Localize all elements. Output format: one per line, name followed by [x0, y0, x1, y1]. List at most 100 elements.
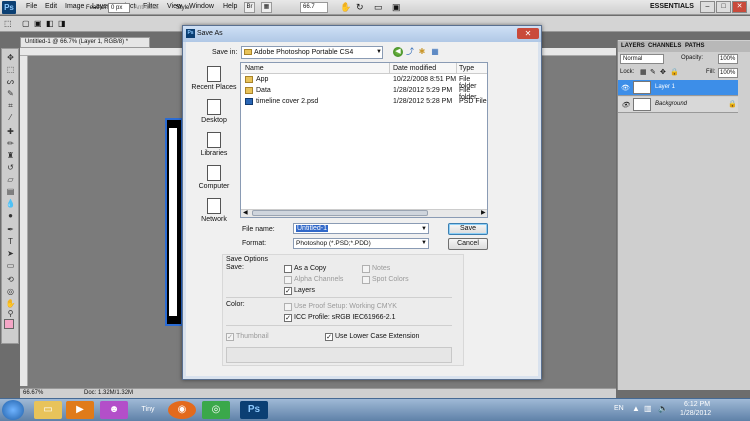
new-selection-icon[interactable]: ▢: [22, 19, 30, 28]
clock-time[interactable]: 6:12 PM: [684, 401, 710, 408]
explorer-icon[interactable]: ▭: [34, 401, 62, 419]
icc-profile-checkbox[interactable]: ✓: [284, 314, 292, 322]
maximize-icon[interactable]: □: [716, 1, 731, 13]
firefox-icon[interactable]: ◉: [168, 401, 196, 419]
path-select-tool-icon[interactable]: ➤: [5, 249, 16, 258]
lock-transparent-icon[interactable]: ▦: [640, 68, 647, 76]
document-tab[interactable]: Untitled-1 @ 66.7% (Layer 1, RGB/8) *: [20, 37, 150, 48]
layers-checkbox[interactable]: ✓: [284, 287, 292, 295]
clock-date[interactable]: 1/28/2012: [680, 410, 711, 417]
file-row-data[interactable]: Data 1/28/2012 5:29 PM File folder: [241, 86, 487, 101]
minimize-icon[interactable]: –: [700, 1, 715, 13]
as-a-copy-checkbox[interactable]: [284, 265, 292, 273]
scroll-right-icon[interactable]: ▶: [481, 209, 486, 216]
workspace-switcher[interactable]: ESSENTIALS: [650, 3, 694, 10]
dialog-close-button[interactable]: ✕: [517, 28, 539, 39]
lock-all-icon[interactable]: 🔒: [670, 68, 679, 76]
place-desktop[interactable]: Desktop: [190, 99, 238, 124]
app-tinypic-icon[interactable]: Tiny: [134, 401, 162, 419]
pen-tool-icon[interactable]: ✒: [5, 225, 16, 234]
tab-channels[interactable]: CHANNELS: [648, 43, 681, 49]
blend-mode-select[interactable]: Normal: [620, 54, 664, 64]
spot-colors-checkbox[interactable]: [362, 276, 370, 284]
fill-input[interactable]: 100%: [718, 68, 738, 78]
opacity-input[interactable]: 100%: [718, 54, 738, 64]
lower-case-extension-checkbox[interactable]: ✓: [325, 333, 333, 341]
layer-row-background[interactable]: 👁 Background 🔒: [618, 97, 738, 113]
tab-layers[interactable]: LAYERS: [621, 43, 645, 49]
start-button[interactable]: [2, 400, 24, 420]
lock-image-icon[interactable]: ✎: [650, 68, 656, 76]
clone-stamp-tool-icon[interactable]: ♜: [5, 151, 16, 160]
column-divider[interactable]: [389, 63, 390, 74]
lock-position-icon[interactable]: ✥: [660, 68, 666, 76]
photoshop-taskbar-icon[interactable]: Ps: [240, 401, 268, 419]
type-tool-icon[interactable]: T: [5, 237, 16, 246]
foreground-color-swatch[interactable]: [4, 319, 14, 329]
view-menu-icon[interactable]: ▦: [430, 47, 440, 57]
healing-brush-tool-icon[interactable]: ✚: [5, 127, 16, 136]
gradient-tool-icon[interactable]: ▤: [5, 187, 16, 196]
hand-tool-icon[interactable]: ✋: [5, 299, 16, 308]
volume-icon[interactable]: 🔈: [658, 404, 668, 413]
dodge-tool-icon[interactable]: ●: [5, 211, 16, 220]
back-icon[interactable]: ◀: [393, 47, 403, 57]
menu-image[interactable]: Image: [65, 3, 84, 10]
media-player-icon[interactable]: ▶: [66, 401, 94, 419]
file-name-value[interactable]: Untitled-1: [296, 225, 328, 232]
marquee-tool-icon[interactable]: ⬚: [4, 19, 12, 28]
layer-row-layer-1[interactable]: 👁 Layer 1: [618, 80, 738, 96]
crop-tool-icon[interactable]: ⌗: [5, 101, 16, 110]
lasso-tool-icon[interactable]: ᔕ: [5, 77, 16, 86]
language-indicator[interactable]: EN: [614, 405, 624, 412]
eyedropper-tool-icon[interactable]: ⁄: [5, 113, 16, 122]
place-computer[interactable]: Computer: [190, 165, 238, 190]
close-icon[interactable]: ✕: [732, 1, 747, 13]
column-type[interactable]: Type: [459, 65, 474, 72]
up-folder-icon[interactable]: ⤴: [405, 47, 415, 57]
antialias-checkbox[interactable]: Anti-alias: [134, 5, 159, 11]
place-libraries[interactable]: Libraries: [190, 132, 238, 157]
hand-tool-icon[interactable]: ✋: [340, 2, 351, 13]
messenger-icon[interactable]: ☻: [100, 401, 128, 419]
file-row-app[interactable]: App 10/22/2008 8:51 PM File folder: [241, 75, 487, 90]
arrange-documents-icon[interactable]: ▭: [374, 2, 383, 13]
menu-file[interactable]: File: [26, 3, 37, 10]
notes-checkbox[interactable]: [362, 265, 370, 273]
status-zoom[interactable]: 66.67%: [23, 390, 43, 396]
column-date-modified[interactable]: Date modified: [393, 65, 436, 72]
place-recent-places[interactable]: Recent Places: [190, 66, 238, 91]
thumbnail-checkbox[interactable]: ✓: [226, 333, 234, 341]
rotate-view-icon[interactable]: ↻: [356, 2, 364, 13]
save-button[interactable]: Save: [448, 223, 488, 235]
rect-marquee-tool-icon[interactable]: ⬚: [5, 65, 16, 74]
chrome-icon[interactable]: ◎: [202, 401, 230, 419]
bridge-icon[interactable]: Br: [244, 2, 255, 13]
shape-tool-icon[interactable]: ▭: [5, 261, 16, 270]
cancel-button[interactable]: Cancel: [448, 238, 488, 250]
file-row-timeline-cover[interactable]: timeline cover 2.psd 1/28/2012 5:28 PM P…: [241, 97, 487, 107]
network-tray-icon[interactable]: ▥: [644, 404, 652, 413]
brush-tool-icon[interactable]: ✏: [5, 139, 16, 148]
column-divider[interactable]: [456, 63, 457, 74]
move-tool-icon[interactable]: ✥: [5, 53, 16, 62]
visibility-eye-icon[interactable]: 👁: [621, 101, 630, 109]
visibility-eye-icon[interactable]: 👁: [621, 84, 630, 92]
subtract-selection-icon[interactable]: ◧: [46, 19, 54, 28]
add-selection-icon[interactable]: ▣: [34, 19, 42, 28]
file-name-input[interactable]: Untitled-1: [293, 223, 429, 234]
guides-icon[interactable]: ▦: [261, 2, 272, 13]
screen-mode-icon[interactable]: ▣: [392, 2, 401, 13]
chevron-down-icon[interactable]: ▼: [376, 49, 382, 55]
menu-edit[interactable]: Edit: [45, 3, 57, 10]
zoom-tool-icon[interactable]: ⚲: [5, 309, 16, 318]
save-in-select[interactable]: Adobe Photoshop Portable CS4: [241, 46, 383, 59]
quick-select-tool-icon[interactable]: ✎: [5, 89, 16, 98]
chevron-down-icon[interactable]: ▼: [421, 240, 427, 246]
scroll-left-icon[interactable]: ◀: [243, 209, 248, 216]
zoom-level[interactable]: 66.7: [300, 2, 328, 13]
column-name[interactable]: Name: [245, 65, 264, 72]
tab-paths[interactable]: PATHS: [685, 43, 704, 49]
place-network[interactable]: Network: [190, 198, 238, 223]
history-brush-tool-icon[interactable]: ↺: [5, 163, 16, 172]
